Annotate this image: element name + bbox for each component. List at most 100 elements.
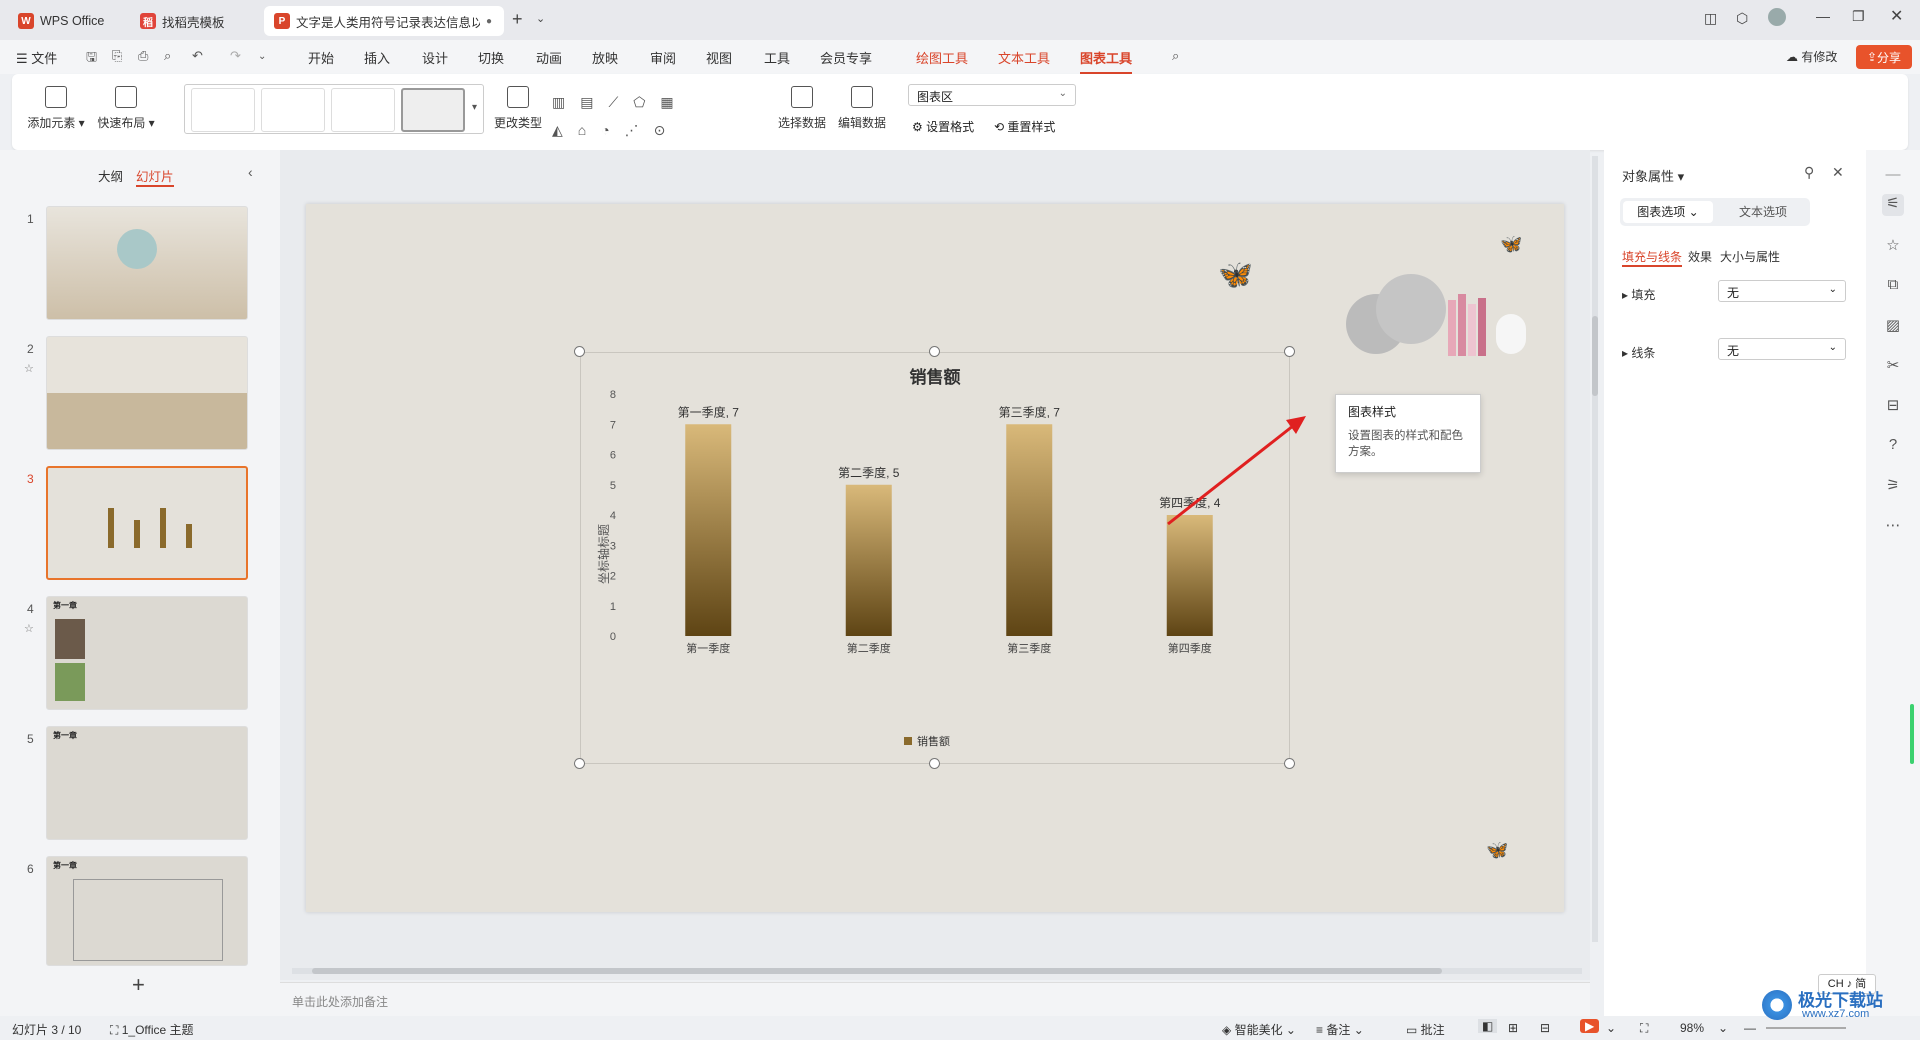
menu-view[interactable]: 视图 <box>706 48 732 67</box>
tab-document[interactable]: P 文字是人类用符号记录表达信息以 ● <box>264 6 504 36</box>
search-icon[interactable]: ⌕ <box>1172 48 1179 64</box>
reading-view-icon[interactable]: ⊟ <box>1540 1021 1550 1035</box>
fill-select[interactable]: 无 ⌄ <box>1718 280 1846 302</box>
tab-slides[interactable]: 幻灯片 <box>136 166 174 187</box>
zoom-out-icon[interactable]: — <box>1744 1021 1756 1035</box>
menu-review[interactable]: 审阅 <box>650 48 676 67</box>
menu-member[interactable]: 会员专享 <box>820 48 872 67</box>
menu-slideshow[interactable]: 放映 <box>592 48 618 67</box>
tab-template[interactable]: 稻 找稻壳模板 <box>130 6 258 36</box>
tab-list-chevron-icon[interactable]: ⌄ <box>536 12 545 25</box>
cube-icon[interactable]: ⬡ <box>1736 10 1748 27</box>
pin-icon[interactable]: ⚲ <box>1804 164 1814 181</box>
notes-area[interactable]: 单击此处添加备注 <box>280 982 1590 1016</box>
print-icon[interactable]: ⎙ <box>138 48 148 64</box>
comment-button[interactable]: ▭ 批注 <box>1406 1021 1445 1038</box>
chart-style-2[interactable] <box>261 88 325 132</box>
quick-layout-button[interactable]: 快速布局 ▾ <box>96 86 156 131</box>
share-button[interactable]: ⇪ 分享 <box>1856 45 1912 69</box>
change-type-button[interactable]: 更改类型 <box>490 86 546 131</box>
more-chevron-icon[interactable]: ⌄ <box>258 51 266 62</box>
menu-insert[interactable]: 插入 <box>364 48 390 67</box>
panel-title[interactable]: 对象属性 ▾ <box>1622 166 1684 185</box>
set-format-button[interactable]: ⚙ 设置格式 <box>912 118 974 135</box>
grid-view-icon[interactable]: ⊞ <box>1508 1021 1518 1035</box>
subtab-size[interactable]: 大小与属性 <box>1720 248 1780 265</box>
tab-outline[interactable]: 大纲 <box>98 166 123 185</box>
bar[interactable] <box>685 424 732 636</box>
menu-home[interactable]: 开始 <box>308 48 334 67</box>
slide-thumbnail-5[interactable]: 第一章 <box>46 726 248 840</box>
menu-design[interactable]: 设计 <box>422 48 448 67</box>
reset-style-button[interactable]: ⟲ 重置样式 <box>994 118 1055 135</box>
slide-thumbnail-2[interactable] <box>46 336 248 450</box>
tools-icon[interactable]: ✂ <box>1882 356 1904 378</box>
add-element-button[interactable]: 添加元素 ▾ <box>26 86 86 131</box>
play-icon[interactable]: ▶ <box>1580 1019 1600 1033</box>
horizontal-scrollbar[interactable] <box>292 968 1582 974</box>
shirt-icon[interactable]: ⚞ <box>1882 476 1904 498</box>
chart-style-3[interactable] <box>331 88 395 132</box>
slide[interactable]: 🦋 🦋 🦋 销售额 坐标轴标题 0 1 2 3 4 5 6 7 8 第一季度, 7 第一季度 第二季… <box>306 204 1634 912</box>
theme-indicator[interactable]: ⛶ 1_Office 主题 <box>110 1021 194 1038</box>
fill-section-toggle[interactable]: ▸ 填充 <box>1622 286 1655 303</box>
subtab-fill-line[interactable]: 填充与线条 <box>1622 248 1683 267</box>
slide-thumbnail-6[interactable]: 第一章 <box>46 856 248 966</box>
redo-icon[interactable]: ↷ <box>230 48 241 64</box>
slide-thumbnail-4[interactable]: 第一章 <box>46 596 248 710</box>
chart-element-select[interactable]: 图表区 ⌄ <box>908 84 1076 106</box>
help-icon[interactable]: ? <box>1882 436 1904 458</box>
save-icon[interactable]: 🖫 <box>86 48 97 70</box>
tab-wps-office[interactable]: W WPS Office <box>8 6 122 36</box>
avatar[interactable] <box>1768 8 1786 26</box>
menu-drawing-tools[interactable]: 绘图工具 <box>916 48 968 67</box>
book-icon[interactable]: ⊟ <box>1882 396 1904 418</box>
bar[interactable] <box>845 484 892 636</box>
export-icon[interactable]: ⎘ <box>112 48 122 64</box>
menu-tools[interactable]: 工具 <box>764 48 790 67</box>
undo-icon[interactable]: ↶ <box>192 48 203 64</box>
copy-icon[interactable]: ⧉ <box>1882 276 1904 298</box>
gallery-more-icon[interactable]: ▾ <box>472 102 477 113</box>
normal-view-icon[interactable]: ◧ <box>1478 1019 1498 1033</box>
star-icon[interactable]: ☆ <box>1882 236 1904 258</box>
notes-button[interactable]: ≡ 备注 ⌄ <box>1316 1021 1364 1038</box>
properties-icon[interactable]: ⚟ <box>1882 194 1904 216</box>
chart-style-4[interactable] <box>401 88 465 132</box>
play-options-chevron-icon[interactable]: ⌄ <box>1606 1021 1616 1035</box>
zoom-options-chevron-icon[interactable]: ⌄ <box>1718 1021 1728 1035</box>
new-tab-icon[interactable]: + <box>512 9 523 30</box>
bar[interactable] <box>1006 424 1053 636</box>
add-slide-icon[interactable]: + <box>132 972 145 998</box>
vertical-scrollbar[interactable] <box>1592 156 1598 942</box>
menu-chart-tools[interactable]: 图表工具 <box>1080 48 1133 74</box>
zoom-level[interactable]: 98% <box>1680 1021 1704 1035</box>
preview-icon[interactable]: ⌕ <box>164 48 171 64</box>
fit-icon[interactable]: ⛶ <box>1640 1021 1648 1036</box>
chart-type-quick-icons[interactable]: ▥▤⟋⬠▦ ◭⌂◔⋰⊙ <box>552 88 732 144</box>
menu-transition[interactable]: 切换 <box>478 48 504 67</box>
slide-thumbnail-3[interactable] <box>46 466 248 580</box>
minimize-icon[interactable]: — <box>1816 8 1830 24</box>
tab-chart-options[interactable]: 图表选项 ⌄ <box>1623 201 1713 223</box>
edit-data-button[interactable]: 编辑数据 <box>834 86 890 131</box>
line-section-toggle[interactable]: ▸ 线条 <box>1622 344 1655 361</box>
menu-text-tools[interactable]: 文本工具 <box>998 48 1050 67</box>
chart-style-1[interactable] <box>191 88 255 132</box>
subtab-effect[interactable]: 效果 <box>1688 248 1712 265</box>
more-icon[interactable]: ⋯ <box>1882 516 1904 538</box>
select-data-button[interactable]: 选择数据 <box>774 86 830 131</box>
close-icon[interactable]: ✕ <box>1890 6 1903 26</box>
menu-file[interactable]: ☰ 文件 <box>16 48 57 67</box>
slide-thumbnail-1[interactable] <box>46 206 248 320</box>
tab-text-options[interactable]: 文本选项 <box>1720 201 1806 223</box>
smart-beautify-button[interactable]: ◈ 智能美化 ⌄ <box>1222 1021 1296 1038</box>
layout-icon[interactable]: ◫ <box>1704 10 1717 27</box>
zoom-slider[interactable] <box>1766 1027 1846 1029</box>
image-icon[interactable]: ▨ <box>1882 316 1904 338</box>
collapse-icon[interactable]: ‹ <box>248 164 253 180</box>
modified-status[interactable]: ☁ 有修改 <box>1786 48 1837 65</box>
minus-icon[interactable]: — <box>1882 166 1904 188</box>
line-select[interactable]: 无 ⌄ <box>1718 338 1846 360</box>
close-panel-icon[interactable]: ✕ <box>1832 164 1844 181</box>
